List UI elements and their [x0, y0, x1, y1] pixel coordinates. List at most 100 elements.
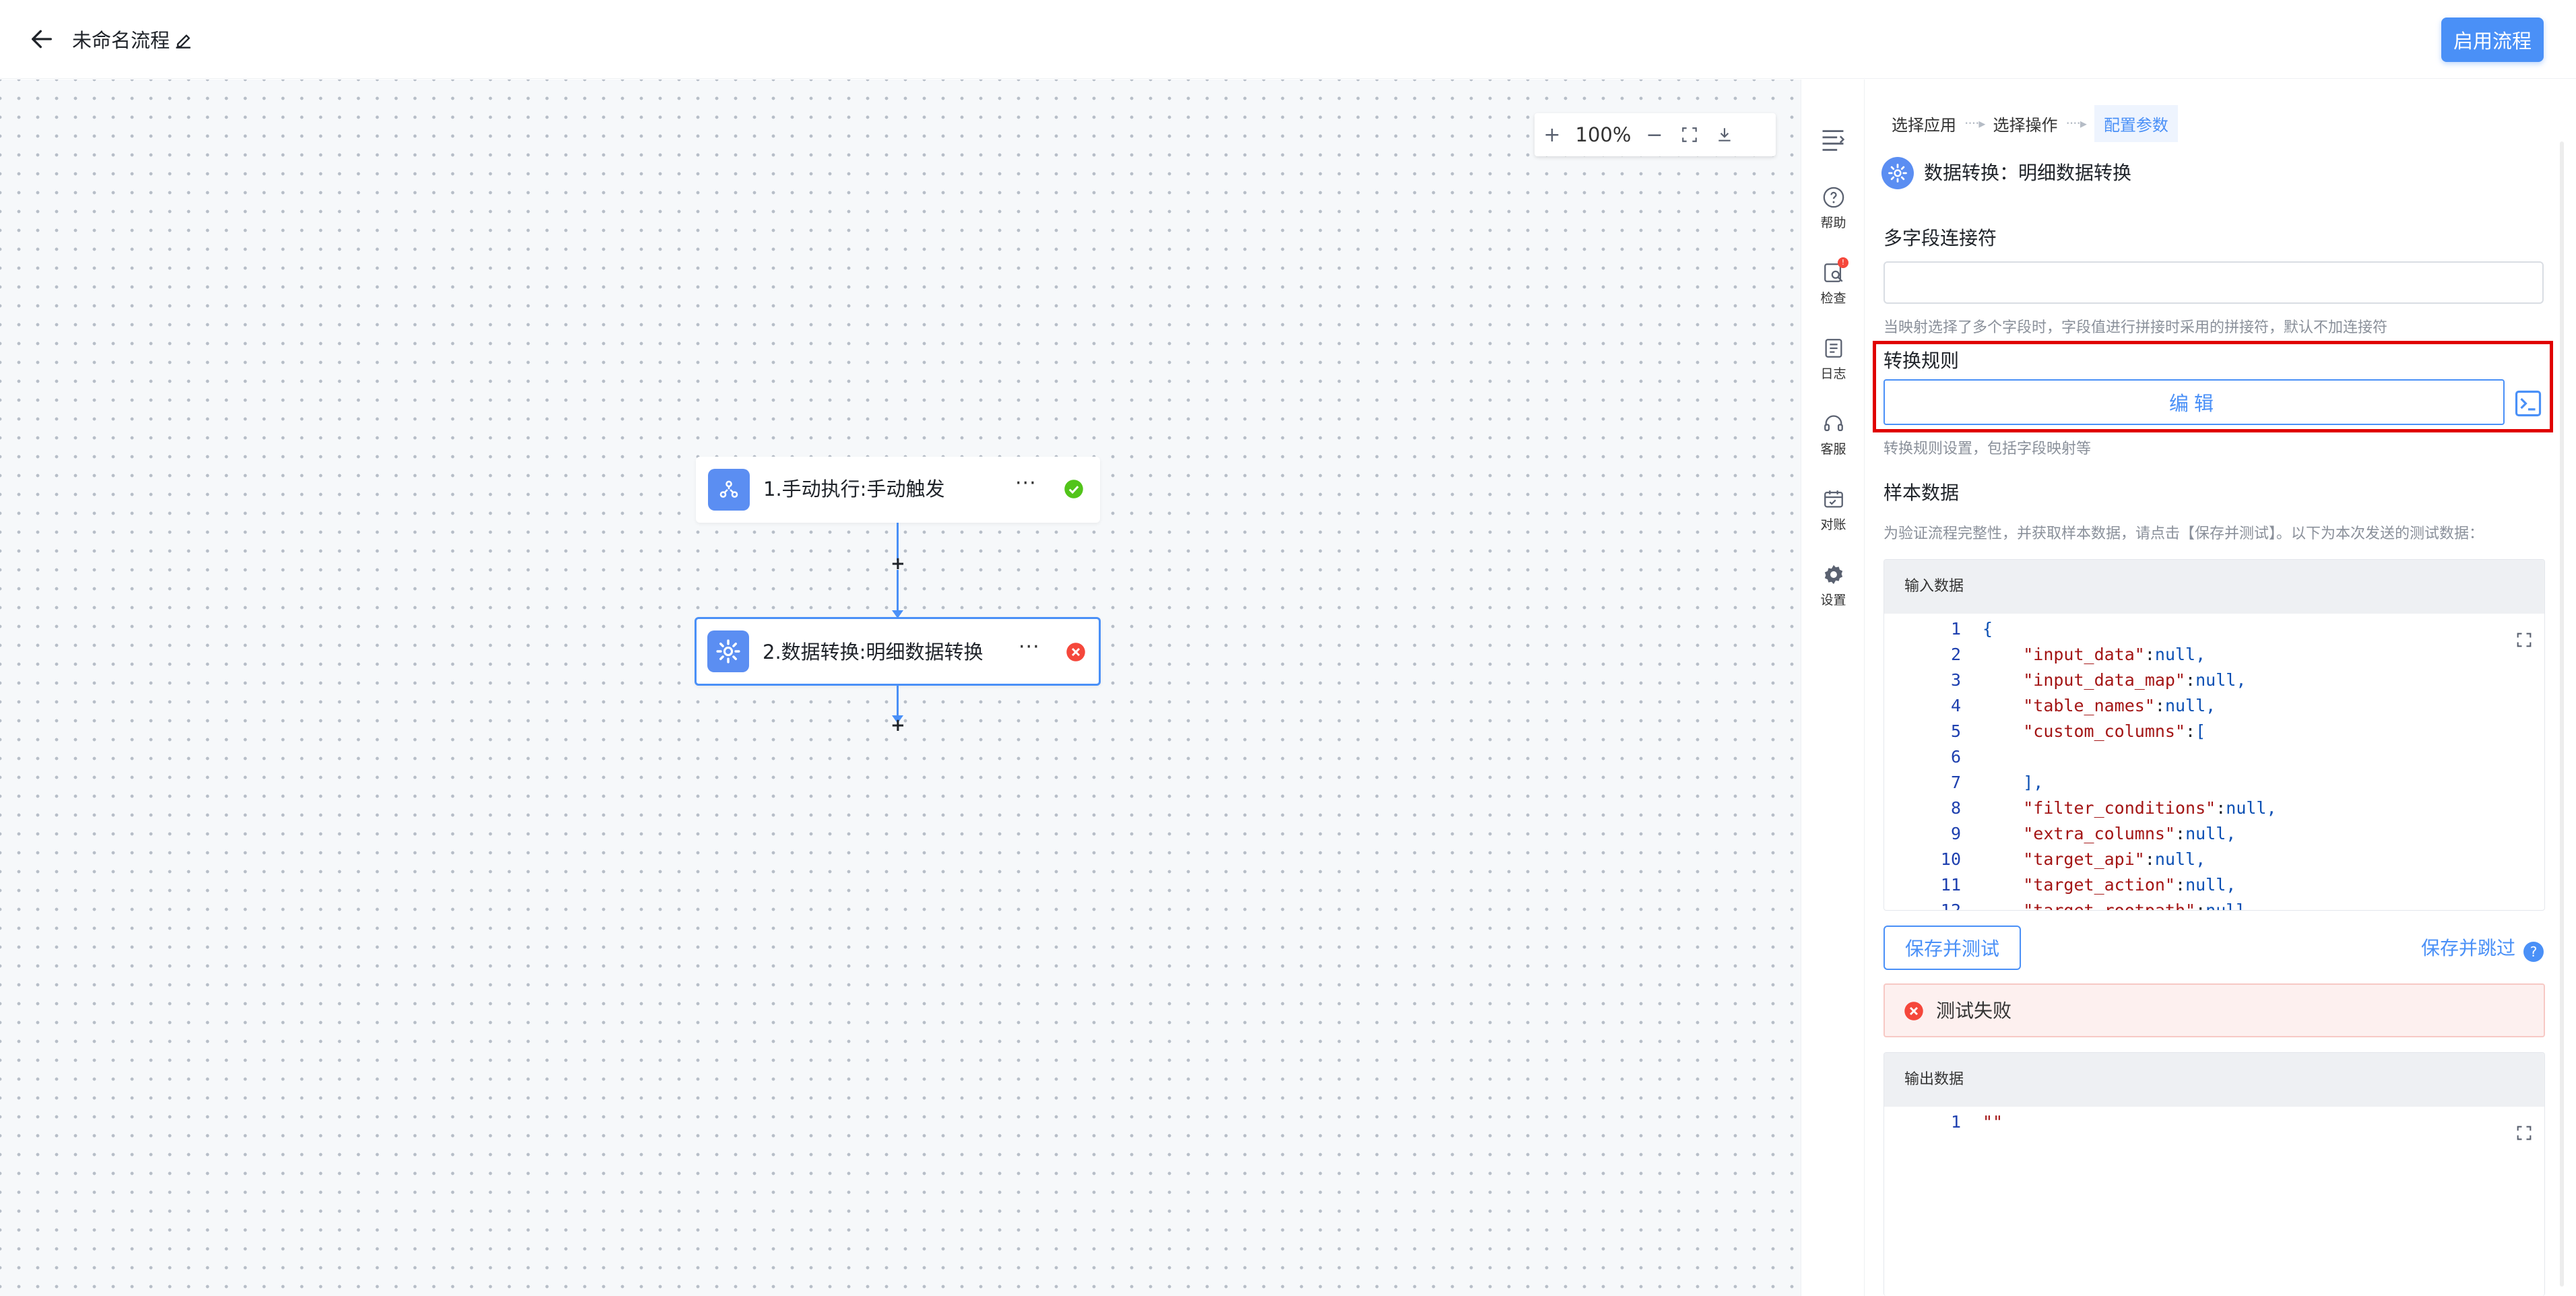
rail-label: 检查 — [1820, 291, 1846, 306]
tool-rail: 帮助 ! 检查 日志 客服 对账 设置 — [1801, 79, 1865, 1296]
flow-title: 未命名流程 — [72, 29, 170, 52]
headset-icon — [1824, 415, 1843, 432]
expand-icon[interactable] — [2515, 1124, 2534, 1142]
top-header: 未命名流程 启用流程 — [0, 0, 2576, 79]
code-text: "" — [1983, 1112, 2003, 1132]
rail-label: 设置 — [1820, 593, 1846, 608]
log-icon — [1825, 339, 1842, 358]
save-and-test-button[interactable]: 保存并测试 — [1883, 926, 2021, 970]
code-line: 1{ — [1884, 616, 1993, 642]
enable-flow-button[interactable]: 启用流程 — [2441, 18, 2544, 62]
panel-node-title: 数据转换：明细数据转换 — [1924, 162, 2132, 184]
flow-canvas[interactable]: + 100% − 1.手动执行:手动触发 ··· + 2.数据转换:明细数据转换… — [0, 79, 1801, 1296]
success-check-icon — [1064, 480, 1083, 498]
rail-label: 日志 — [1820, 366, 1846, 381]
help-question-icon[interactable]: ? — [2523, 942, 2544, 962]
edit-pencil-icon[interactable] — [172, 30, 194, 51]
output-editor-title: 输出数据 — [1884, 1053, 2544, 1107]
code-line: 1 "" — [1884, 1109, 2003, 1135]
question-icon — [1823, 187, 1844, 208]
sample-label: 样本数据 — [1883, 482, 1960, 504]
zoom-out-icon[interactable]: − — [1637, 113, 1672, 156]
line-number: 10 — [1940, 849, 1961, 869]
rail-label: 客服 — [1820, 442, 1846, 457]
test-error-banner: 测试失败 — [1883, 983, 2545, 1037]
code-text: "input_data_map":null, — [2023, 670, 2247, 690]
save-and-skip-link[interactable]: 保存并跳过 — [2421, 934, 2515, 961]
back-arrow-icon[interactable] — [28, 26, 55, 53]
code-text: "custom_columns":[ — [2023, 721, 2206, 741]
fit-screen-icon[interactable] — [1672, 113, 1707, 156]
rail-label: 对账 — [1820, 517, 1846, 532]
code-text: "input_data":null, — [2023, 645, 2206, 664]
line-number: 1 — [1950, 1112, 1961, 1132]
flow-node-transform[interactable]: 2.数据转换:明细数据转换 ··· — [695, 617, 1101, 686]
code-line: 8 "filter_conditions":null, — [1884, 796, 2277, 821]
step-config-params[interactable]: 配置参数 — [2094, 104, 2178, 142]
edit-rule-button[interactable]: 编辑 — [1883, 379, 2505, 425]
node-more-icon[interactable]: ··· — [1019, 635, 1040, 659]
reconcile-icon — [1824, 490, 1843, 508]
expand-icon[interactable] — [2515, 630, 2534, 649]
node-more-icon[interactable]: ··· — [1015, 472, 1037, 495]
config-panel: 选择应用 ····▸ 选择操作 ····▸ 配置参数 数据转换：明细数据转换 多… — [1865, 79, 2576, 1296]
input-editor-title: 输入数据 — [1884, 560, 2544, 614]
code-text: "table_names":null, — [2023, 696, 2216, 715]
panel-scrollbar[interactable] — [2560, 141, 2564, 1287]
step-select-app[interactable]: 选择应用 — [1892, 112, 1956, 135]
rail-help[interactable]: 帮助 — [1801, 186, 1865, 231]
code-line: 2 "input_data":null, — [1884, 642, 2205, 668]
node-label: 2.数据转换:明细数据转换 — [763, 641, 984, 663]
line-number: 7 — [1950, 773, 1961, 792]
error-text: 测试失败 — [1936, 1000, 2012, 1022]
output-code-area[interactable]: 1 "" — [1884, 1107, 2544, 1296]
rail-label: 帮助 — [1820, 216, 1846, 230]
rail-settings[interactable]: 设置 — [1801, 563, 1865, 608]
code-text: "extra_columns":null, — [2023, 824, 2236, 843]
multi-field-hint: 当映射选择了多个字段时，字段值进行拼接时采用的拼接符，默认不加连接符 — [1883, 319, 2388, 336]
download-icon[interactable] — [1707, 113, 1742, 156]
rail-support[interactable]: 客服 — [1801, 412, 1865, 457]
output-data-editor[interactable]: 输出数据 1 "" — [1883, 1052, 2545, 1296]
code-text: "target_rootpath":null, — [2023, 901, 2257, 911]
multi-field-label: 多字段连接符 — [1883, 227, 1997, 249]
trigger-node-icon — [708, 469, 750, 511]
code-line: 5 "custom_columns":[ — [1884, 719, 2205, 744]
line-number: 3 — [1950, 670, 1961, 690]
line-number: 9 — [1950, 824, 1961, 843]
zoom-in-icon[interactable]: + — [1535, 113, 1570, 156]
line-number: 1 — [1950, 619, 1961, 639]
line-number: 2 — [1950, 645, 1961, 664]
rail-inspect[interactable]: ! 检查 — [1801, 257, 1865, 306]
code-text: "target_api":null, — [2023, 849, 2206, 869]
step-select-action[interactable]: 选择操作 — [1993, 112, 2057, 135]
code-line: 12 "target_rootpath":null, — [1884, 898, 2257, 911]
code-text: { — [1983, 619, 1993, 639]
error-x-icon — [1066, 643, 1085, 661]
code-text: "target_action":null, — [2023, 875, 2236, 895]
rule-hint: 转换规则设置，包括字段映射等 — [1883, 441, 2092, 457]
add-step-plus-icon[interactable]: + — [891, 717, 905, 734]
code-line: 6 — [1884, 744, 1983, 770]
line-number: 4 — [1950, 696, 1961, 715]
input-code-area[interactable]: 1{2 "input_data":null, 3 "input_data_map"… — [1884, 614, 2544, 911]
line-number: 12 — [1940, 901, 1961, 911]
menu-lines-icon[interactable] — [1820, 128, 1846, 151]
rail-log[interactable]: 日志 — [1801, 337, 1865, 382]
line-number: 8 — [1950, 798, 1961, 818]
step-arrow-icon: ····▸ — [1964, 115, 1985, 131]
flow-node-trigger[interactable]: 1.手动执行:手动触发 ··· — [696, 457, 1100, 523]
inspect-badge: ! — [1838, 257, 1848, 268]
input-data-editor[interactable]: 输入数据 1{2 "input_data":null, 3 "input_data… — [1883, 559, 2545, 911]
multi-field-connector-input[interactable] — [1883, 261, 2544, 304]
zoom-toolbar: + 100% − — [1535, 113, 1776, 156]
terminal-icon[interactable] — [2514, 389, 2542, 418]
line-number: 6 — [1950, 747, 1961, 767]
rule-label: 转换规则 — [1883, 350, 1960, 372]
error-x-icon — [1904, 1002, 1923, 1020]
gear-icon — [1824, 564, 1842, 585]
rail-reconcile[interactable]: 对账 — [1801, 488, 1865, 533]
code-line: 4 "table_names":null, — [1884, 693, 2216, 719]
node-label: 1.手动执行:手动触发 — [763, 478, 945, 500]
transform-gear-icon — [707, 630, 749, 672]
